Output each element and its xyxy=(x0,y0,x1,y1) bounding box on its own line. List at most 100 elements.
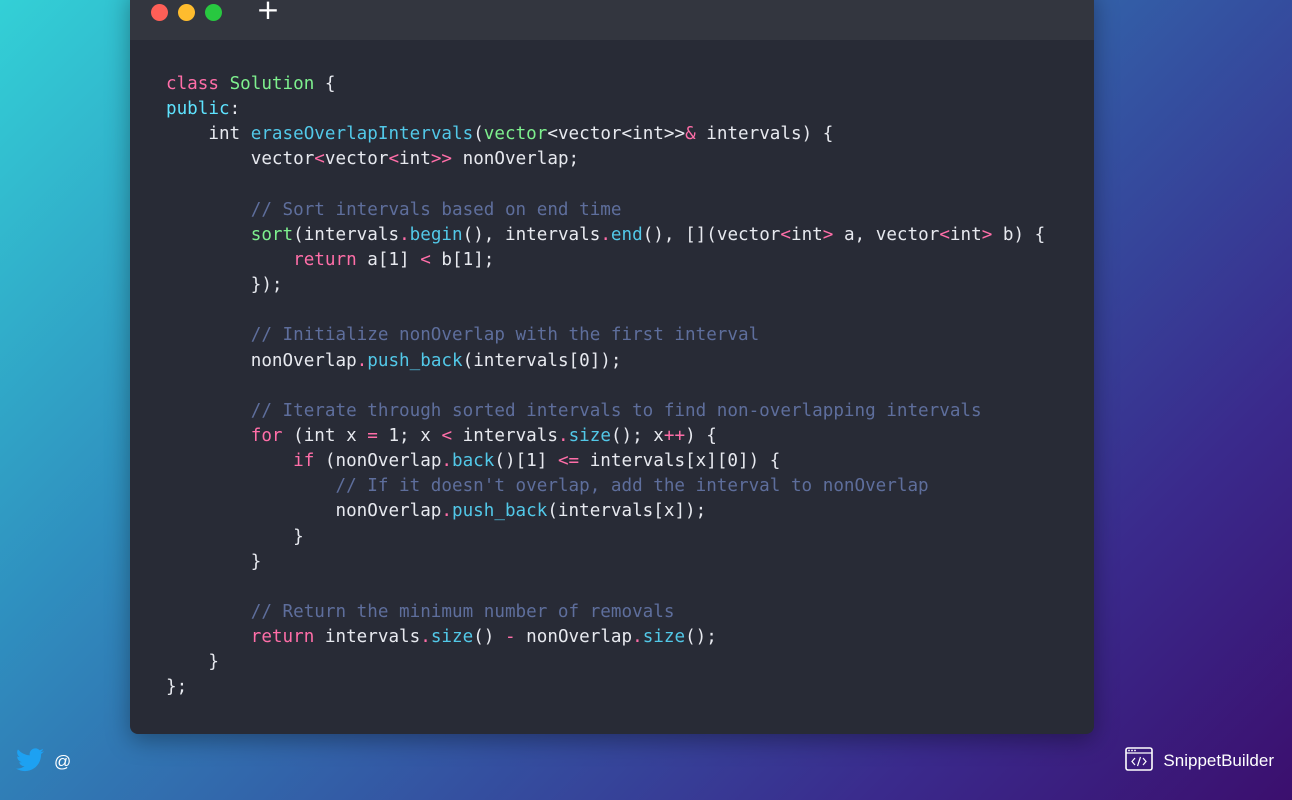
code-token: } xyxy=(166,526,304,547)
code-line: vector<vector<int>> nonOverlap; xyxy=(166,147,1074,172)
code-token: . xyxy=(399,224,410,245)
code-token: if xyxy=(293,451,315,472)
code-token: b[1]; xyxy=(430,249,495,270)
code-token: < xyxy=(441,425,453,446)
code-token: ++ xyxy=(663,425,686,446)
code-line: // Initialize nonOverlap with the first … xyxy=(166,323,1074,348)
code-token: < xyxy=(388,149,400,170)
code-token: int xyxy=(399,149,431,170)
code-token: } xyxy=(166,652,219,673)
code-token: intervals xyxy=(314,627,421,648)
code-token: < xyxy=(780,224,791,245)
code-token: (nonOverlap xyxy=(314,451,442,472)
code-token: for xyxy=(250,425,283,446)
code-token: (); xyxy=(685,627,717,648)
code-line: return a[1] < b[1]; xyxy=(166,248,1074,273)
code-token: Solution xyxy=(229,74,315,94)
code-line: for (int x = 1; x < intervals.size(); x+… xyxy=(166,424,1074,449)
code-line: nonOverlap.push_back(intervals[0]); xyxy=(166,349,1074,374)
code-line: } xyxy=(166,525,1074,550)
code-token: nonOverlap xyxy=(166,501,442,522)
code-line: }); xyxy=(166,273,1074,298)
code-window-icon xyxy=(1125,746,1154,776)
new-tab-button[interactable]: + xyxy=(256,0,280,24)
code-token: return xyxy=(293,249,357,270)
code-line: } xyxy=(166,550,1074,575)
code-token: b) { xyxy=(992,224,1046,245)
code-token: . xyxy=(632,627,643,648)
code-token: int xyxy=(949,224,982,245)
code-token: (intervals[x]); xyxy=(547,501,707,522)
code-token: int xyxy=(166,124,251,145)
window-titlebar: + xyxy=(130,0,1094,40)
code-token: return xyxy=(250,627,315,648)
code-token: . xyxy=(441,451,452,472)
code-token: int xyxy=(791,224,823,245)
code-token: <vector<int>> xyxy=(547,124,686,145)
code-token: : xyxy=(229,99,241,120)
twitter-bird-icon[interactable] xyxy=(16,747,44,777)
code-token: }); xyxy=(166,275,283,296)
code-token: . xyxy=(420,627,431,648)
code-line: public: xyxy=(166,97,1074,122)
code-token: ) { xyxy=(685,425,717,446)
code-line: // If it doesn't overlap, add the interv… xyxy=(166,474,1074,499)
code-token: vector xyxy=(324,149,389,170)
code-token: & xyxy=(685,124,696,145)
code-token: ( xyxy=(473,124,484,145)
brand-mark: SnippetBuilder xyxy=(1125,745,1274,777)
code-token: - xyxy=(505,627,516,648)
maximize-button[interactable] xyxy=(205,4,222,21)
code-block[interactable]: class Solution { public: int eraseOverlap… xyxy=(166,72,1074,701)
code-token: eraseOverlapIntervals xyxy=(250,124,474,145)
code-token: back xyxy=(452,451,495,472)
code-token: } xyxy=(166,551,262,572)
code-token: class xyxy=(166,74,219,94)
code-token: sort xyxy=(250,224,294,245)
code-token: }; xyxy=(166,677,188,698)
code-token: ()[1] xyxy=(494,451,558,472)
code-token: = xyxy=(367,425,378,446)
code-line: if (nonOverlap.back()[1] <= intervals[x]… xyxy=(166,449,1074,474)
code-token: nonOverlap xyxy=(515,627,633,648)
code-token: // Iterate through sorted intervals to f… xyxy=(166,400,982,421)
code-token: { xyxy=(314,74,336,94)
code-token: < xyxy=(420,249,431,270)
code-line: // Iterate through sorted intervals to f… xyxy=(166,399,1074,424)
code-token: . xyxy=(356,350,368,371)
code-token: size xyxy=(642,627,686,648)
code-token: push_back xyxy=(367,350,463,371)
code-token: < xyxy=(939,224,950,245)
code-window: + class Solution { public: int eraseOverl… xyxy=(130,0,1094,734)
code-line: // Return the minimum number of removals xyxy=(166,600,1074,625)
code-token: // Return the minimum number of removals xyxy=(166,601,675,622)
code-token: intervals xyxy=(452,425,558,446)
code-token: // Initialize nonOverlap with the first … xyxy=(166,325,760,346)
code-token: a[1] xyxy=(356,249,421,270)
twitter-handle[interactable]: @ xyxy=(54,752,71,772)
code-line: sort(intervals.begin(), intervals.end(),… xyxy=(166,223,1074,248)
code-token: size xyxy=(430,627,474,648)
code-line: nonOverlap.push_back(intervals[x]); xyxy=(166,499,1074,524)
code-token: (), intervals xyxy=(462,224,601,245)
code-line: // Sort intervals based on end time xyxy=(166,198,1074,223)
code-token: (), [](vector xyxy=(642,224,781,245)
code-token: . xyxy=(441,501,452,522)
code-token: size xyxy=(568,425,611,446)
code-token: (); x xyxy=(610,425,664,446)
close-button[interactable] xyxy=(151,4,168,21)
code-token: intervals) { xyxy=(695,124,834,145)
code-line: } xyxy=(166,650,1074,675)
code-token: > xyxy=(981,224,993,245)
code-token: >> xyxy=(430,149,453,170)
code-token: push_back xyxy=(452,501,548,522)
code-line: int eraseOverlapIntervals(vector<vector<… xyxy=(166,122,1074,147)
minimize-button[interactable] xyxy=(178,4,195,21)
